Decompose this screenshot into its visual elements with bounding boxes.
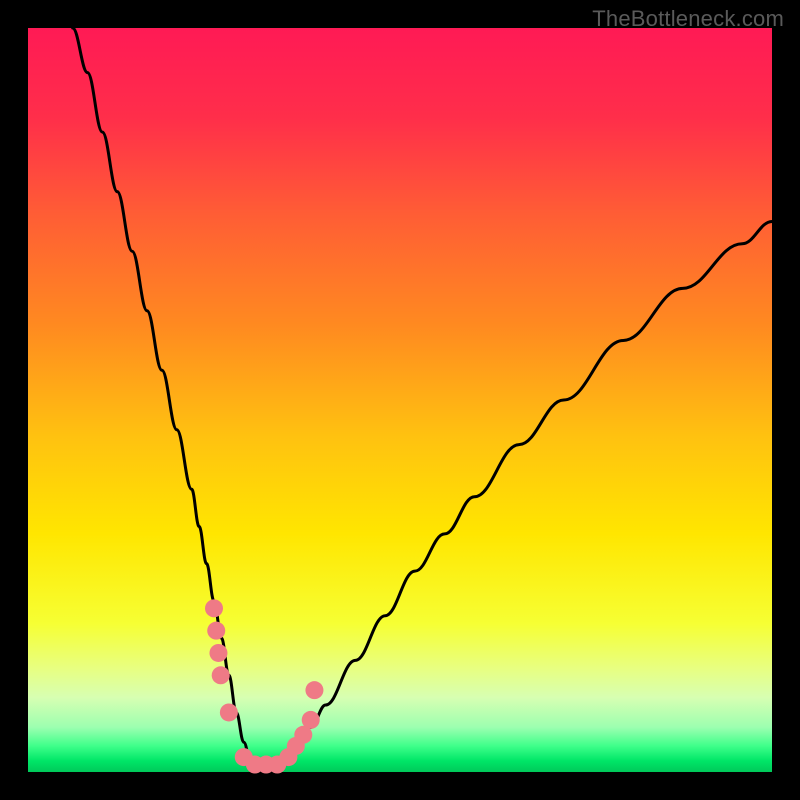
highlight-dot — [212, 666, 230, 684]
highlight-dot — [205, 599, 223, 617]
chart-frame: TheBottleneck.com — [0, 0, 800, 800]
highlight-dot — [305, 681, 323, 699]
plot-background — [28, 28, 772, 772]
chart-svg — [0, 0, 800, 800]
highlight-dot — [209, 644, 227, 662]
highlight-dot — [220, 703, 238, 721]
highlight-dot — [302, 711, 320, 729]
highlight-dot — [207, 622, 225, 640]
watermark-text: TheBottleneck.com — [592, 6, 784, 32]
